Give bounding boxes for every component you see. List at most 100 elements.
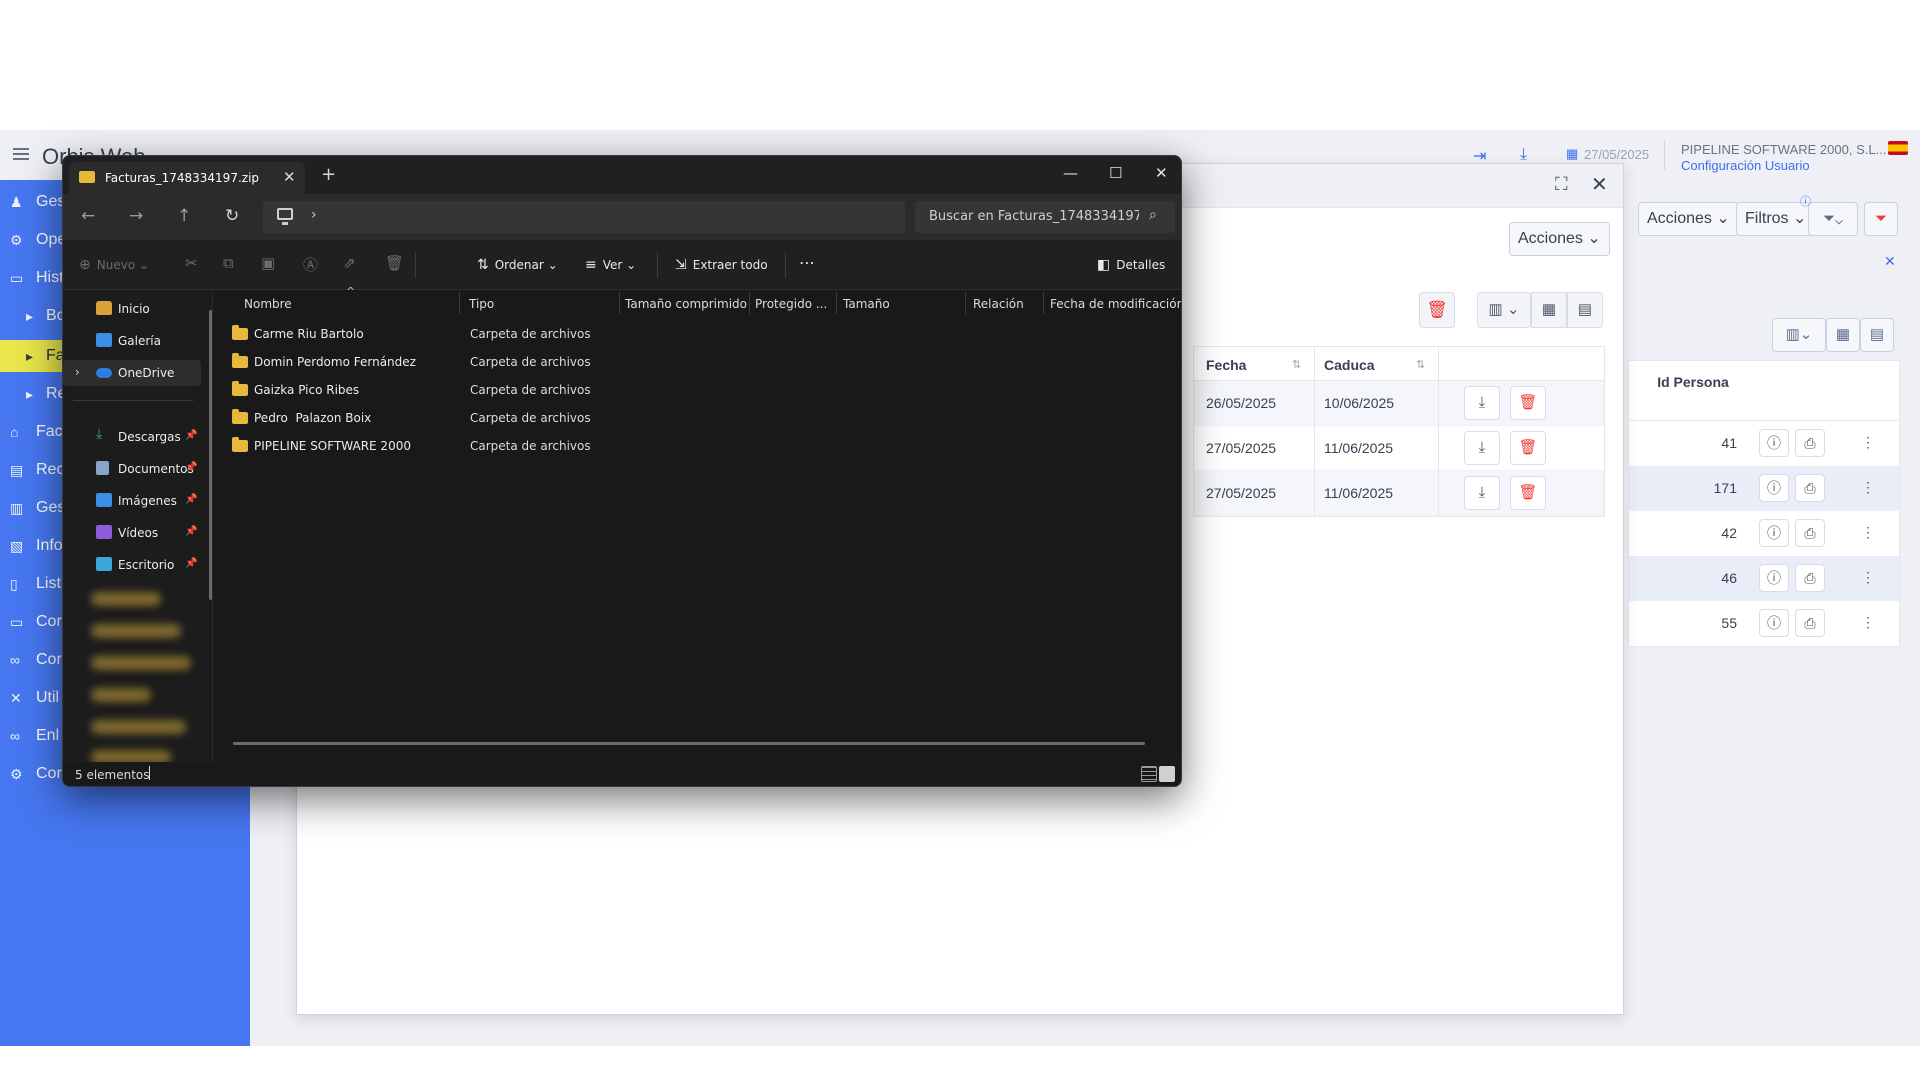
column-divider[interactable] bbox=[836, 292, 837, 314]
pdf-icon[interactable]: ▤ bbox=[1567, 292, 1603, 328]
nav-item-galeria[interactable]: Galería bbox=[63, 328, 201, 354]
col-relacion[interactable]: Relación bbox=[973, 297, 1024, 311]
rename-icon[interactable]: Ⓐ bbox=[303, 254, 318, 275]
column-divider[interactable] bbox=[459, 292, 460, 314]
pdf-icon[interactable]: ▤ bbox=[1860, 318, 1894, 352]
more-icon[interactable]: ⋮ bbox=[1853, 474, 1883, 502]
bg-actions-button[interactable]: Acciones ⌄ bbox=[1638, 202, 1739, 236]
pin-icon[interactable]: 📌 bbox=[185, 462, 197, 473]
print-icon[interactable]: ⎙ bbox=[1795, 609, 1825, 637]
info-icon[interactable]: ⓘ bbox=[1759, 429, 1789, 457]
folder-row[interactable]: Carme Riu Bartolo Carpeta de archivos bbox=[213, 320, 1181, 347]
chevron-right-icon[interactable]: › bbox=[75, 365, 80, 379]
minimize-icon[interactable]: — bbox=[1063, 164, 1078, 182]
view-button[interactable]: ≡ Ver ⌄ bbox=[585, 257, 636, 273]
nav-item-descargas[interactable]: ⤓ Descargas 📌 bbox=[63, 424, 201, 450]
search-input[interactable]: Buscar en Facturas_1748334197.z ⌕ bbox=[915, 201, 1175, 233]
more-options-icon[interactable]: ⋯ bbox=[799, 253, 815, 272]
menu-icon[interactable] bbox=[13, 148, 29, 160]
refresh-icon[interactable]: ↻ bbox=[225, 206, 239, 226]
extract-all-button[interactable]: ⇲ Extraer todo bbox=[675, 257, 768, 273]
close-icon[interactable]: ✕ bbox=[1884, 253, 1896, 270]
copy-icon[interactable]: ⧉ bbox=[223, 254, 234, 272]
col-fecha-modificacion[interactable]: Fecha de modificación bbox=[1050, 297, 1181, 311]
more-icon[interactable]: ⋮ bbox=[1853, 564, 1883, 592]
columns-icon[interactable]: ▥ ⌄ bbox=[1477, 292, 1531, 328]
filter-options-icon[interactable]: ⏷⌄ bbox=[1808, 202, 1858, 236]
delete-icon[interactable]: 🗑 bbox=[385, 254, 404, 272]
col-protegido[interactable]: Protegido ... bbox=[755, 297, 827, 311]
forward-icon[interactable]: → bbox=[129, 206, 143, 226]
delete-icon[interactable]: 🗑 bbox=[1510, 386, 1546, 420]
pin-icon[interactable]: 📌 bbox=[185, 526, 197, 537]
new-button[interactable]: ⊕ Nuevo ⌄ bbox=[79, 257, 149, 273]
folder-row[interactable]: Gaizka Pico Ribes Carpeta de archivos bbox=[213, 376, 1181, 403]
download-icon[interactable]: ⤓ bbox=[1464, 386, 1500, 420]
sort-button[interactable]: ⇅ Ordenar ⌄ bbox=[477, 257, 558, 273]
details-button[interactable]: ◧ Detalles bbox=[1097, 257, 1165, 273]
excel-icon[interactable]: ▦ bbox=[1531, 292, 1567, 328]
close-tab-icon[interactable]: ✕ bbox=[283, 168, 296, 186]
config-link[interactable]: Configuración Usuario bbox=[1681, 158, 1810, 173]
nav-item-onedrive[interactable]: › OneDrive bbox=[63, 360, 201, 386]
maximize-icon[interactable]: ☐ bbox=[1109, 164, 1122, 182]
details-view-icon[interactable] bbox=[1141, 766, 1157, 782]
sort-icon[interactable]: ⇅ bbox=[1416, 358, 1425, 371]
more-icon[interactable]: ⋮ bbox=[1853, 519, 1883, 547]
download-icon[interactable]: ⤓ bbox=[1520, 146, 1527, 164]
nav-item-videos[interactable]: Vídeos 📌 bbox=[63, 520, 201, 546]
expand-icon[interactable]: ⛶ bbox=[1555, 174, 1568, 195]
address-bar[interactable]: › bbox=[263, 201, 905, 233]
info-icon[interactable]: ⓘ bbox=[1759, 519, 1789, 547]
delete-icon[interactable]: 🗑 bbox=[1419, 292, 1455, 328]
folder-row[interactable]: Domin Perdomo Fernández Carpeta de archiv… bbox=[213, 348, 1181, 375]
delete-icon[interactable]: 🗑 bbox=[1510, 476, 1546, 510]
pin-icon[interactable]: 📌 bbox=[185, 430, 197, 441]
print-icon[interactable]: ⎙ bbox=[1795, 474, 1825, 502]
column-divider[interactable] bbox=[965, 292, 966, 314]
col-nombre[interactable]: Nombre bbox=[244, 297, 292, 311]
print-icon[interactable]: ⎙ bbox=[1795, 429, 1825, 457]
print-icon[interactable]: ⎙ bbox=[1795, 564, 1825, 592]
modal-actions-button[interactable]: Acciones ⌄ bbox=[1509, 222, 1610, 256]
chevron-right-icon[interactable]: › bbox=[311, 207, 317, 223]
new-tab-icon[interactable]: + bbox=[321, 164, 336, 185]
delete-icon[interactable]: 🗑 bbox=[1510, 431, 1546, 465]
print-icon[interactable]: ⎙ bbox=[1795, 519, 1825, 547]
download-icon[interactable]: ⤓ bbox=[1464, 476, 1500, 510]
column-divider[interactable] bbox=[1043, 292, 1044, 314]
nav-item-escritorio[interactable]: Escritorio 📌 bbox=[63, 552, 201, 578]
caduca-header[interactable]: Caduca bbox=[1324, 357, 1375, 373]
scrollbar[interactable] bbox=[209, 310, 212, 600]
column-divider[interactable] bbox=[749, 292, 750, 314]
explorer-tab[interactable]: Facturas_1748334197.zip ✕ bbox=[69, 162, 305, 194]
sort-icon[interactable]: ⇅ bbox=[1292, 358, 1301, 371]
more-icon[interactable]: ⋮ bbox=[1853, 609, 1883, 637]
nav-item-inicio[interactable]: Inicio bbox=[63, 296, 201, 322]
close-icon[interactable]: ✕ bbox=[1591, 172, 1608, 197]
more-icon[interactable]: ⋮ bbox=[1853, 429, 1883, 457]
download-icon[interactable]: ⤓ bbox=[1464, 431, 1500, 465]
info-icon[interactable]: ⓘ bbox=[1759, 609, 1789, 637]
large-icons-view-icon[interactable] bbox=[1159, 766, 1175, 782]
back-icon[interactable]: ← bbox=[81, 206, 95, 226]
folder-row[interactable]: PIPELINE SOFTWARE 2000 Carpeta de archivo… bbox=[213, 432, 1181, 459]
info-icon[interactable]: ⓘ bbox=[1759, 564, 1789, 592]
up-icon[interactable]: ↑ bbox=[177, 206, 191, 226]
col-tamano[interactable]: Tamaño bbox=[843, 297, 890, 311]
pin-icon[interactable]: 📌 bbox=[185, 558, 197, 569]
excel-icon[interactable]: ▦ bbox=[1826, 318, 1860, 352]
clear-filter-icon[interactable]: ⏷ bbox=[1864, 202, 1898, 236]
fecha-header[interactable]: Fecha bbox=[1206, 357, 1246, 373]
paste-icon[interactable]: ▣ bbox=[261, 254, 275, 272]
horizontal-scrollbar[interactable] bbox=[233, 742, 1145, 745]
spain-flag-icon[interactable] bbox=[1888, 141, 1908, 155]
col-tipo[interactable]: Tipo bbox=[469, 297, 494, 311]
id-persona-header[interactable]: Id Persona bbox=[1653, 373, 1733, 391]
nav-item-imagenes[interactable]: Imágenes 📌 bbox=[63, 488, 201, 514]
folder-row[interactable]: Pedro Palazon Boix Carpeta de archivos bbox=[213, 404, 1181, 431]
col-tamano-comprimido[interactable]: Tamaño comprimido bbox=[625, 297, 747, 311]
cut-icon[interactable]: ✂ bbox=[185, 254, 198, 272]
columns-icon[interactable]: ▥⌄ bbox=[1772, 318, 1826, 352]
info-icon[interactable]: ⓘ bbox=[1759, 474, 1789, 502]
